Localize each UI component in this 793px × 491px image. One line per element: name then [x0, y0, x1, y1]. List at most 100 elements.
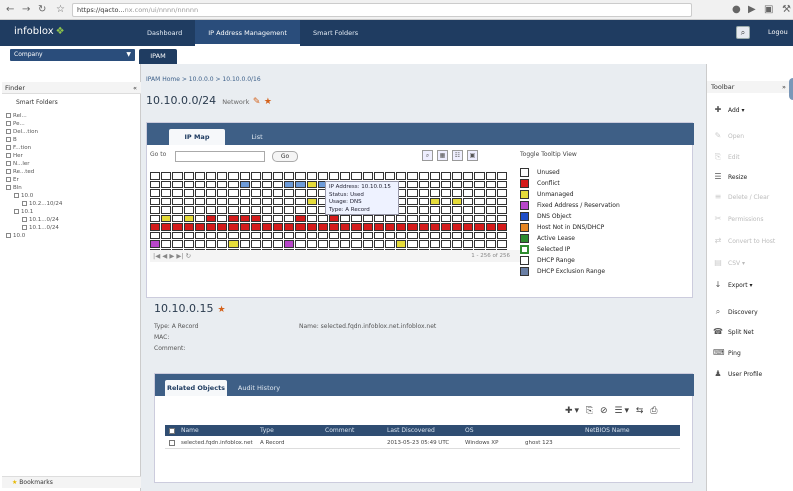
ip-cell[interactable] — [161, 223, 172, 231]
ip-cell[interactable] — [496, 197, 507, 205]
grid-icon[interactable]: ▦ — [437, 150, 448, 161]
ip-cell[interactable] — [317, 214, 328, 222]
ip-cell[interactable] — [273, 206, 284, 214]
ip-cell[interactable] — [183, 231, 194, 239]
ip-cell[interactable] — [172, 189, 183, 197]
ip-cell[interactable] — [172, 223, 183, 231]
ip-cell[interactable] — [239, 197, 250, 205]
ip-cell[interactable] — [194, 172, 205, 180]
ip-cell[interactable] — [485, 172, 496, 180]
ip-cell[interactable] — [217, 189, 228, 197]
toolbar-item[interactable]: ✂ Permissions — [713, 214, 764, 225]
ip-cell[interactable] — [496, 180, 507, 188]
ip-cell[interactable] — [161, 197, 172, 205]
forward-icon[interactable]: → — [22, 4, 30, 15]
ip-cell[interactable] — [239, 231, 250, 239]
ip-cell[interactable] — [239, 214, 250, 222]
reload-icon[interactable]: ↻ — [38, 4, 46, 15]
breadcrumb[interactable]: IPAM Home > 10.0.0.0 > 10.10.0.0/16 — [146, 76, 261, 83]
ip-cell[interactable] — [384, 231, 396, 239]
ip-cell[interactable] — [205, 197, 217, 205]
ip-cell[interactable] — [150, 189, 161, 197]
ip-cell[interactable] — [150, 206, 161, 214]
toolbar-item[interactable]: ⌨ Ping — [713, 348, 741, 359]
ip-cell[interactable] — [463, 197, 474, 205]
toolbar-item[interactable]: ⎘ Edit — [713, 152, 740, 163]
ip-cell[interactable] — [418, 180, 429, 188]
ip-cell[interactable] — [205, 180, 217, 188]
ip-cell[interactable] — [418, 172, 429, 180]
tree-node[interactable]: Rel... — [6, 112, 27, 120]
tree-node[interactable]: Bln — [6, 184, 22, 192]
ip-cell[interactable] — [418, 206, 429, 214]
ip-cell[interactable] — [273, 240, 284, 248]
ip-cell[interactable] — [384, 172, 396, 180]
ip-cell[interactable] — [373, 231, 384, 239]
tab-ip-map[interactable]: IP Map — [169, 129, 225, 145]
ip-cell[interactable] — [261, 240, 273, 248]
ip-cell[interactable] — [452, 214, 463, 222]
ip-cell[interactable] — [429, 172, 440, 180]
toolbar-item[interactable]: ≡ Delete / Clear — [713, 192, 770, 203]
table-row[interactable]: selected.fqdn.infoblox.net A Record 2013-0… — [165, 438, 680, 449]
ip-cell[interactable] — [261, 180, 273, 188]
ip-cell[interactable] — [317, 172, 328, 180]
ip-cell[interactable] — [418, 223, 429, 231]
ip-cell[interactable] — [295, 197, 306, 205]
global-search-icon[interactable]: ⌕ — [736, 26, 750, 39]
bookmarks-section[interactable]: ★ Bookmarks — [2, 476, 141, 488]
ip-cell[interactable] — [239, 180, 250, 188]
ip-cell[interactable] — [194, 189, 205, 197]
ip-cell[interactable] — [362, 223, 373, 231]
ip-cell[interactable] — [463, 214, 474, 222]
panel-handle[interactable] — [789, 78, 793, 100]
ip-cell[interactable] — [205, 231, 217, 239]
ip-cell[interactable] — [474, 206, 485, 214]
expand-icon[interactable] — [6, 177, 11, 182]
ip-cell[interactable] — [261, 223, 273, 231]
ip-cell[interactable] — [418, 197, 429, 205]
ip-cell[interactable] — [452, 172, 463, 180]
ip-cell[interactable] — [396, 223, 407, 231]
ip-cell[interactable] — [183, 206, 194, 214]
ip-cell[interactable] — [440, 197, 452, 205]
company-select[interactable]: Company ▼ — [10, 49, 135, 61]
bookmark-add-icon[interactable]: ★ — [217, 305, 225, 315]
ip-cell[interactable] — [418, 214, 429, 222]
nav-ip-address-management[interactable]: IP Address Management — [195, 20, 300, 46]
toolbar-item[interactable]: ▤ CSV ▾ — [713, 258, 745, 269]
ip-cell[interactable] — [228, 197, 239, 205]
ip-cell[interactable] — [373, 223, 384, 231]
ip-cell[interactable] — [239, 206, 250, 214]
ip-cell[interactable] — [407, 206, 418, 214]
ip-cell[interactable] — [205, 214, 217, 222]
tree-node[interactable]: F...tion — [6, 144, 31, 152]
expand-icon[interactable] — [22, 217, 27, 222]
ip-cell[interactable] — [273, 197, 284, 205]
ip-cell[interactable] — [161, 214, 172, 222]
ip-cell[interactable] — [205, 223, 217, 231]
ip-cell[interactable] — [440, 180, 452, 188]
edit-pencil-icon[interactable]: ✎ — [253, 97, 261, 107]
ip-cell[interactable] — [384, 240, 396, 248]
ip-cell[interactable] — [250, 231, 261, 239]
ip-cell[interactable] — [284, 172, 295, 180]
ip-cell[interactable] — [250, 197, 261, 205]
tree-node[interactable]: 10.0 — [6, 232, 25, 240]
ip-cell[interactable] — [172, 180, 183, 188]
ip-cell[interactable] — [194, 180, 205, 188]
ip-cell[interactable] — [351, 231, 362, 239]
ip-cell[interactable] — [329, 214, 340, 222]
tree-node[interactable]: 10.2...10/24 — [22, 200, 62, 208]
ip-cell[interactable] — [205, 189, 217, 197]
ip-cell[interactable] — [161, 240, 172, 248]
ip-cell[interactable] — [194, 240, 205, 248]
ip-cell[interactable] — [362, 214, 373, 222]
ip-cell[interactable] — [172, 240, 183, 248]
go-button[interactable]: Go — [272, 151, 298, 162]
expand-icon[interactable] — [6, 129, 11, 134]
ip-cell[interactable] — [329, 172, 340, 180]
ip-cell[interactable] — [194, 223, 205, 231]
ip-cell[interactable] — [440, 206, 452, 214]
ip-cell[interactable] — [273, 172, 284, 180]
